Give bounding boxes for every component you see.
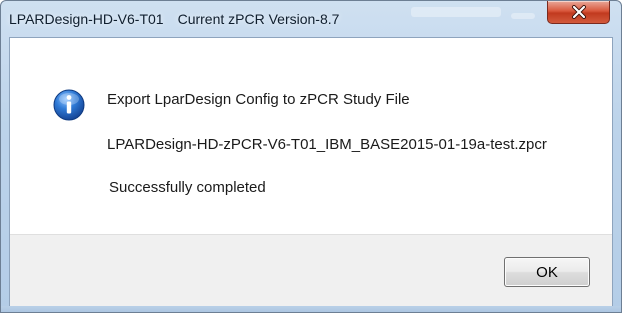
button-bar: OK: [10, 234, 612, 307]
close-icon: [571, 5, 586, 19]
glass-reflection: [511, 13, 535, 19]
message-area: Export LparDesign Config to zPCR Study F…: [10, 38, 612, 234]
close-button[interactable]: [547, 1, 610, 24]
info-icon: [53, 89, 85, 121]
dialog-window: LPARDesign-HD-V6-T01 Current zPCR Version…: [0, 0, 622, 313]
glass-reflection: [411, 7, 501, 17]
dialog-client-area: Export LparDesign Config to zPCR Study F…: [9, 37, 613, 307]
exported-file-name: LPARDesign-HD-zPCR-V6-T01_IBM_BASE2015-0…: [107, 136, 547, 153]
status-message: Successfully completed: [109, 179, 266, 196]
ok-button[interactable]: OK: [504, 257, 590, 287]
title-bar[interactable]: LPARDesign-HD-V6-T01 Current zPCR Version…: [1, 1, 621, 37]
window-title-app: LPARDesign-HD-V6-T01: [9, 11, 164, 27]
window-title: LPARDesign-HD-V6-T01 Current zPCR Version…: [9, 11, 339, 27]
window-title-version: Current zPCR Version-8.7: [177, 11, 340, 27]
message-heading: Export LparDesign Config to zPCR Study F…: [107, 91, 410, 108]
window-bottom-border: [1, 306, 621, 312]
